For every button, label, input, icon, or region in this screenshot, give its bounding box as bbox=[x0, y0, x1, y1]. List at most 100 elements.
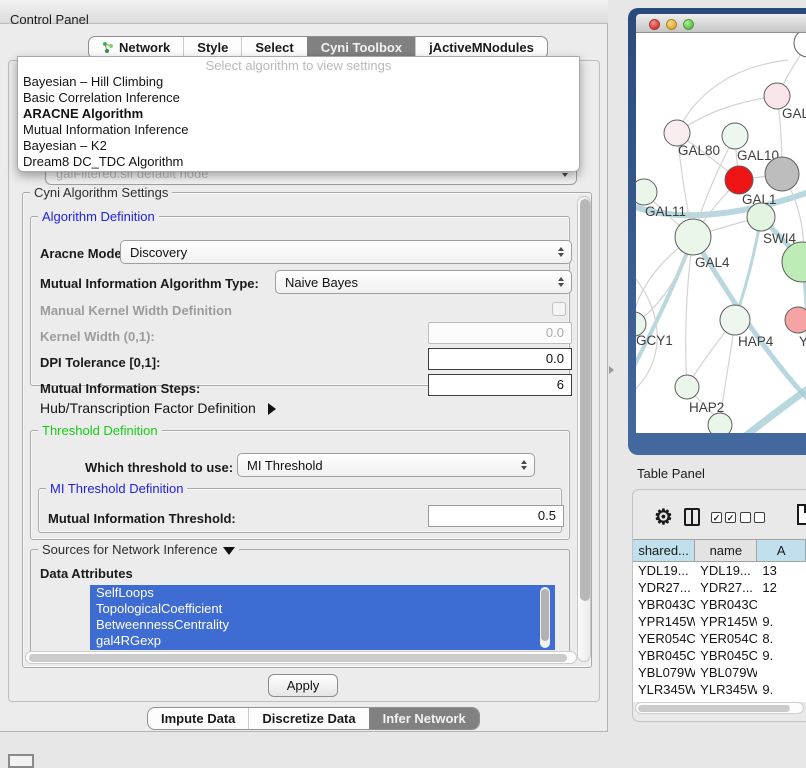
attribute-item[interactable]: SelfLoops bbox=[90, 585, 555, 601]
tab-cyni-toolbox[interactable]: Cyni Toolbox bbox=[307, 37, 415, 58]
tab-label: Network bbox=[119, 40, 170, 55]
table-hscrollbar-thumb[interactable] bbox=[638, 705, 790, 712]
tab-jactivemnodules[interactable]: jActiveMNodules bbox=[415, 37, 547, 58]
table-cell: YPR145W bbox=[695, 613, 757, 630]
table-row[interactable]: YER054CYER054C8. bbox=[633, 630, 806, 647]
table-row[interactable]: YBL079WYBL079W bbox=[633, 664, 806, 681]
mi-algorithm-type-value: Naive Bayes bbox=[285, 275, 358, 290]
algorithm-option[interactable]: Mutual Information Inference bbox=[18, 122, 579, 138]
expand-right-icon[interactable] bbox=[268, 403, 276, 415]
tab-infer-network[interactable]: Infer Network bbox=[369, 708, 479, 729]
table-row[interactable]: YBR043CYBR043C bbox=[633, 596, 806, 613]
kernel-width-field[interactable]: 0.0 bbox=[428, 322, 572, 344]
mi-steps-label: Mutual Information Steps: bbox=[40, 381, 200, 396]
network-node-y[interactable] bbox=[785, 307, 806, 333]
algorithm-dropdown-popup: Select algorithm to view settings Bayesi… bbox=[17, 56, 580, 172]
table-row[interactable]: YDL19...YDL19...13 bbox=[633, 562, 806, 579]
combo-arrows-icon bbox=[558, 277, 564, 287]
attribute-item[interactable]: TopologicalCoefficient bbox=[90, 601, 555, 617]
network-node-gal10[interactable] bbox=[722, 123, 748, 149]
tab-label: jActiveMNodules bbox=[429, 40, 534, 55]
tab-style[interactable]: Style bbox=[183, 37, 241, 58]
node-table[interactable]: shared...nameA YDL19...YDL19...13YDR27..… bbox=[633, 539, 806, 702]
settings-scrollbar[interactable] bbox=[577, 196, 591, 662]
network-node-swi4[interactable] bbox=[747, 203, 775, 231]
tab-discretize-data[interactable]: Discretize Data bbox=[248, 708, 368, 729]
minimize-traffic-icon[interactable] bbox=[666, 19, 677, 30]
network-node[interactable] bbox=[765, 157, 799, 191]
column-header[interactable]: A bbox=[757, 539, 806, 562]
network-node-gal11[interactable] bbox=[636, 179, 657, 205]
data-attributes-list[interactable]: SelfLoopsTopologicalCoefficientBetweenne… bbox=[90, 585, 555, 650]
table-row[interactable]: YDR27...YDR27...12 bbox=[633, 579, 806, 596]
mi-steps-field[interactable]: 6 bbox=[428, 374, 572, 396]
which-threshold-label: Which threshold to use: bbox=[85, 460, 233, 475]
dpi-tolerance-field[interactable]: 0.0 bbox=[428, 348, 572, 370]
attribute-item[interactable]: BetweennessCentrality bbox=[90, 617, 555, 633]
control-panel-titlebar bbox=[0, 0, 608, 24]
close-traffic-icon[interactable] bbox=[649, 19, 660, 30]
attributes-scrollbar[interactable] bbox=[540, 587, 550, 648]
import-table-icon[interactable] bbox=[797, 504, 806, 525]
network-node-hap2[interactable] bbox=[675, 375, 699, 399]
attributes-scrollbar-thumb[interactable] bbox=[541, 589, 549, 641]
network-node[interactable] bbox=[708, 413, 732, 433]
table-panel-title: Table Panel bbox=[637, 466, 705, 481]
gear-icon[interactable]: ⚙ bbox=[654, 505, 673, 530]
column-header[interactable]: name bbox=[695, 539, 757, 562]
settings-scrollbar-thumb[interactable] bbox=[580, 199, 590, 601]
network-canvas[interactable]: GALGAL80GAL10GAL1GAL11SWI4GAL4GCY1HAP4YH… bbox=[636, 33, 806, 433]
control-panel-title: Control Panel bbox=[10, 12, 89, 27]
cyni-bottom-tabbar: Impute DataDiscretize DataInfer Network bbox=[147, 707, 480, 730]
splitter-collapse-icon[interactable] bbox=[609, 366, 614, 374]
table-cell: YDR27... bbox=[695, 579, 757, 596]
table-row[interactable]: YBR045CYBR045C9. bbox=[633, 647, 806, 664]
hide-columns-icon[interactable] bbox=[740, 512, 765, 523]
table-cell: 9. bbox=[757, 647, 806, 664]
manual-kernel-width-checkbox[interactable] bbox=[552, 302, 566, 316]
algorithm-option[interactable]: Dream8 DC_TDC Algorithm bbox=[18, 154, 579, 170]
which-threshold-combobox[interactable]: MI Threshold bbox=[237, 453, 535, 477]
table-row[interactable]: YLR345WYLR345W9. bbox=[633, 681, 806, 698]
show-selected-columns-icon[interactable]: ✓✓ bbox=[711, 512, 736, 523]
attribute-item[interactable]: gal4RGexp bbox=[90, 633, 555, 649]
table-cell: YBL079W bbox=[695, 664, 757, 681]
algorithm-option[interactable]: Bayesian – Hill Climbing bbox=[18, 74, 579, 90]
columns-icon[interactable] bbox=[684, 508, 700, 526]
network-edge[interactable] bbox=[686, 237, 693, 387]
network-node-gal1[interactable] bbox=[725, 166, 753, 194]
network-node[interactable] bbox=[782, 242, 806, 282]
table-cell: YPR145W bbox=[633, 613, 695, 630]
mi-threshold-field[interactable]: 0.5 bbox=[428, 505, 564, 527]
algorithm-option[interactable]: Bayesian – K2 bbox=[18, 138, 579, 154]
aracne-mode-label: Aracne Mode: bbox=[40, 246, 126, 261]
mi-algorithm-type-combobox[interactable]: Naive Bayes bbox=[275, 270, 572, 294]
collapse-down-icon[interactable] bbox=[223, 547, 235, 555]
network-node[interactable] bbox=[794, 33, 806, 57]
settings-hscrollbar[interactable] bbox=[25, 651, 577, 664]
settings-hscrollbar-thumb[interactable] bbox=[29, 654, 567, 662]
algorithm-option[interactable]: ARACNE Algorithm bbox=[18, 106, 579, 122]
zoom-traffic-icon[interactable] bbox=[683, 19, 694, 30]
table-hscrollbar[interactable] bbox=[635, 702, 804, 714]
mi-threshold-label: Mutual Information Threshold: bbox=[48, 511, 236, 526]
network-node-hap4[interactable] bbox=[720, 305, 750, 335]
aracne-mode-combobox[interactable]: Discovery bbox=[120, 240, 572, 264]
table-cell: YBR043C bbox=[633, 596, 695, 613]
hub-definition-section[interactable]: Hub/Transcription Factor Definition bbox=[40, 400, 276, 416]
table-cell: YBR045C bbox=[695, 647, 757, 664]
cyni-algorithm-settings-title: Cyni Algorithm Settings bbox=[30, 185, 172, 200]
combo-arrows-icon bbox=[558, 247, 564, 257]
tab-network[interactable]: Network bbox=[89, 37, 183, 58]
algorithm-option[interactable]: Basic Correlation Inference bbox=[18, 90, 579, 106]
network-node-gal4[interactable] bbox=[675, 219, 711, 255]
tab-impute-data[interactable]: Impute Data bbox=[148, 708, 248, 729]
column-header[interactable]: shared... bbox=[633, 539, 695, 562]
network-edge[interactable] bbox=[744, 383, 806, 433]
apply-button[interactable]: Apply bbox=[268, 674, 338, 697]
network-edge[interactable] bbox=[735, 217, 761, 320]
tab-select[interactable]: Select bbox=[241, 37, 306, 58]
node-label: GAL80 bbox=[678, 143, 720, 158]
dock-chip bbox=[8, 754, 34, 768]
table-row[interactable]: YPR145WYPR145W9. bbox=[633, 613, 806, 630]
